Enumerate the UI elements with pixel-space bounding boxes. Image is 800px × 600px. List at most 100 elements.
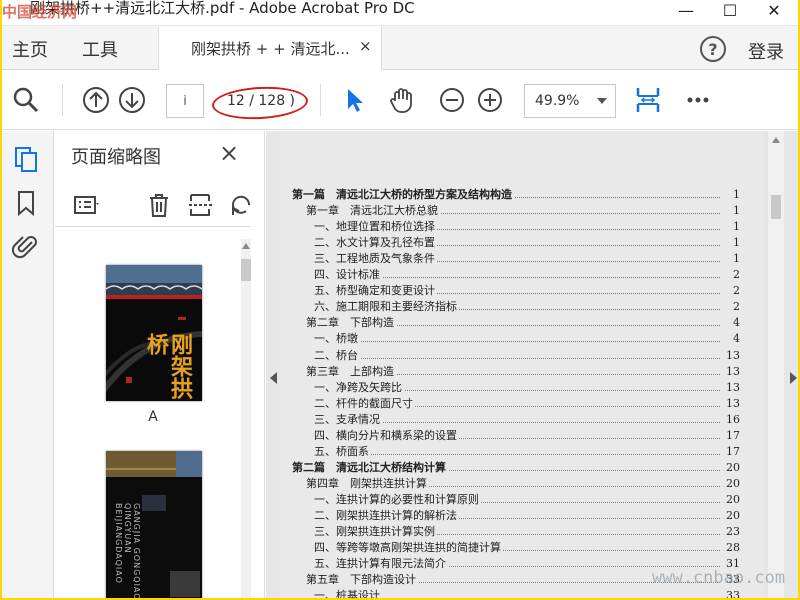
next-page-icon[interactable] bbox=[118, 86, 146, 114]
document-scrollbar[interactable] bbox=[768, 131, 784, 598]
toc-entry-page: 2 bbox=[731, 283, 740, 300]
page-thumbnails-icon[interactable] bbox=[12, 145, 40, 173]
toc-entry[interactable]: 一、地理位置和桥位选择 1 bbox=[280, 219, 740, 236]
toc-entry[interactable]: 四、设计标准 2 bbox=[280, 267, 740, 284]
thumbnail-options-icon[interactable] bbox=[73, 191, 101, 219]
fit-width-icon[interactable] bbox=[634, 86, 662, 114]
document-page: 第一篇 清远北江大桥的桥型方案及结构构造 1 第一章 清远北江大桥总貌 1 一、地理位置… bbox=[280, 131, 764, 598]
toc-entry[interactable]: 六、施工期限和主要经济指标 2 bbox=[280, 299, 740, 316]
toc-entry[interactable]: 五、桥型确定和变更设计 2 bbox=[280, 283, 740, 300]
extract-pages-icon[interactable] bbox=[187, 191, 215, 219]
toc-entry-page: 13 bbox=[724, 347, 740, 364]
toc-entry-page: 20 bbox=[724, 459, 740, 476]
document-tab[interactable]: 刚架拱桥 + + 清远北... × bbox=[158, 26, 382, 70]
login-button[interactable]: 登录 bbox=[748, 38, 784, 64]
attachment-icon[interactable] bbox=[12, 233, 40, 261]
cover-title: 刚架拱桥 bbox=[143, 333, 193, 399]
toc-entry[interactable]: 五、桥面系 17 bbox=[280, 443, 740, 460]
toc-entry[interactable]: 第二章 下部构造 4 bbox=[280, 315, 740, 332]
more-options-icon[interactable] bbox=[684, 86, 712, 114]
toc-entry[interactable]: 二、刚架拱连拱计算的解析法 20 bbox=[280, 508, 740, 524]
scroll-up-icon[interactable] bbox=[242, 243, 250, 249]
chevron-down-icon bbox=[597, 98, 607, 104]
toc-entry[interactable]: 三、刚架拱连拱计算实例 23 bbox=[280, 524, 740, 541]
toc-entry-title: 二、水文计算及孔径布置 bbox=[314, 235, 437, 252]
toc-entry[interactable]: 三、支承情况 16 bbox=[280, 411, 740, 428]
toc-entry-title: 五、桥型确定和变更设计 bbox=[314, 283, 437, 300]
toc-entry-page: 13 bbox=[724, 379, 740, 396]
scroll-up-icon[interactable] bbox=[772, 137, 780, 143]
collapse-right-icon[interactable] bbox=[790, 372, 797, 384]
previous-page-icon[interactable] bbox=[82, 86, 110, 114]
toc-entry-page: 20 bbox=[724, 491, 740, 508]
toc-entry-page: 13 bbox=[724, 395, 740, 412]
rotate-icon[interactable] bbox=[227, 191, 255, 219]
toc-entry[interactable]: 二、桥台 13 bbox=[280, 347, 740, 364]
window-title: 刚架拱桥++清远北江大桥.pdf - Adobe Acrobat Pro DC bbox=[30, 0, 415, 17]
toc-entry-title: 二、刚架拱连拱计算的解析法 bbox=[314, 508, 459, 524]
bookmark-icon[interactable] bbox=[12, 189, 40, 217]
panel-toolbar bbox=[55, 183, 251, 227]
toc-entry[interactable]: 第一章 清远北江大桥总貌 1 bbox=[280, 203, 740, 220]
toc-entry[interactable]: 一、桥墩 4 bbox=[280, 331, 740, 348]
toc-entry-title: 一、净跨及矢跨比 bbox=[314, 379, 404, 396]
maximize-button[interactable]: ☐ bbox=[708, 0, 752, 22]
toc-entry-page: 4 bbox=[731, 331, 740, 348]
page-thumbnail[interactable]: 刚架拱桥 bbox=[106, 265, 202, 401]
toc-entry-title: 一、桩基设计 bbox=[314, 588, 382, 598]
collapse-left-icon[interactable] bbox=[270, 372, 277, 384]
toc-entry[interactable]: 第二篇 清远北江大桥结构计算 20 bbox=[280, 459, 740, 476]
panel-title: 页面缩略图 bbox=[71, 147, 161, 168]
toc-entry-page: 16 bbox=[724, 411, 740, 428]
toc-entry-page: 20 bbox=[724, 508, 740, 524]
delete-icon[interactable] bbox=[145, 191, 173, 219]
tools-menu[interactable]: 工具 bbox=[82, 36, 118, 62]
toc-entry[interactable]: 四、横向分片和横系梁的设置 17 bbox=[280, 427, 740, 444]
toc-entry[interactable]: 二、杆件的截面尺寸 13 bbox=[280, 395, 740, 412]
toc-entry-title: 一、地理位置和桥位选择 bbox=[314, 219, 437, 236]
toolbar-divider bbox=[320, 84, 321, 116]
scroll-thumb[interactable] bbox=[771, 195, 781, 219]
zoom-in-icon[interactable] bbox=[476, 86, 504, 114]
toc-entry[interactable]: 一、桩基设计 33 bbox=[280, 588, 740, 598]
toc-entry[interactable]: 一、连拱计算的必要性和计算原则 20 bbox=[280, 491, 740, 508]
minimize-button[interactable]: — bbox=[664, 0, 708, 22]
search-icon[interactable] bbox=[12, 86, 40, 114]
zoom-level-select[interactable]: 49.9% bbox=[524, 84, 616, 118]
toc-entry-page: 1 bbox=[731, 219, 740, 236]
site-watermark: www.cnbao.com bbox=[652, 568, 786, 588]
toc-entry[interactable]: 第一篇 清远北江大桥的桥型方案及结构构造 1 bbox=[280, 187, 740, 203]
toc-entry-page: 1 bbox=[731, 187, 740, 203]
page-number-input[interactable]: i bbox=[166, 84, 204, 118]
app-window: 刚架拱桥++清远北江大桥.pdf - Adobe Acrobat Pro DC … bbox=[2, 0, 798, 598]
select-cursor-icon[interactable] bbox=[340, 86, 368, 114]
toc-entry-title: 一、桥墩 bbox=[314, 331, 360, 348]
help-icon[interactable]: ? bbox=[700, 36, 726, 62]
toc-entry[interactable]: 第四章 刚架拱连拱计算 20 bbox=[280, 475, 740, 492]
watermark-logo: 中国经济网 bbox=[2, 3, 78, 21]
tab-close-icon[interactable]: × bbox=[359, 37, 372, 55]
toc-entry[interactable]: 第三章 上部构造 13 bbox=[280, 363, 740, 380]
toc-entry-page: 23 bbox=[724, 524, 740, 541]
toc-entry[interactable]: 三、工程地质及气象条件 1 bbox=[280, 251, 740, 268]
title-bar: 刚架拱桥++清远北江大桥.pdf - Adobe Acrobat Pro DC … bbox=[2, 0, 798, 26]
toc-entry-title: 一、连拱计算的必要性和计算原则 bbox=[314, 491, 481, 508]
home-menu[interactable]: 主页 bbox=[12, 36, 48, 62]
page-thumbnail[interactable]: GANGJIA GONGQIAO QINGYUAN BEIJIANGDAQIAO bbox=[106, 451, 202, 598]
tab-bar: 主页 工具 刚架拱桥 + + 清远北... × ? 登录 bbox=[2, 26, 798, 70]
toc-entry[interactable]: 四、等跨等墩高刚架拱连拱的简捷计算 28 bbox=[280, 540, 740, 557]
zoom-out-icon[interactable] bbox=[438, 86, 466, 114]
toc-leader-dots bbox=[320, 348, 720, 359]
thumbnail-label: A bbox=[148, 409, 158, 425]
toc-entry[interactable]: 二、水文计算及孔径布置 1 bbox=[280, 235, 740, 252]
toc-entry-title: 第一章 清远北江大桥总貌 bbox=[306, 203, 440, 220]
panel-close-icon[interactable]: × bbox=[219, 139, 239, 167]
scroll-thumb[interactable] bbox=[241, 259, 251, 281]
toc-entry-page: 1 bbox=[731, 251, 740, 268]
toc-entry[interactable]: 一、净跨及矢跨比 13 bbox=[280, 379, 740, 396]
toc-entry-page: 1 bbox=[731, 203, 740, 220]
left-rail bbox=[2, 131, 54, 598]
toc-entry-title: 第四章 刚架拱连拱计算 bbox=[306, 475, 429, 492]
hand-tool-icon[interactable] bbox=[388, 86, 416, 114]
close-window-button[interactable]: ✕ bbox=[752, 0, 796, 22]
